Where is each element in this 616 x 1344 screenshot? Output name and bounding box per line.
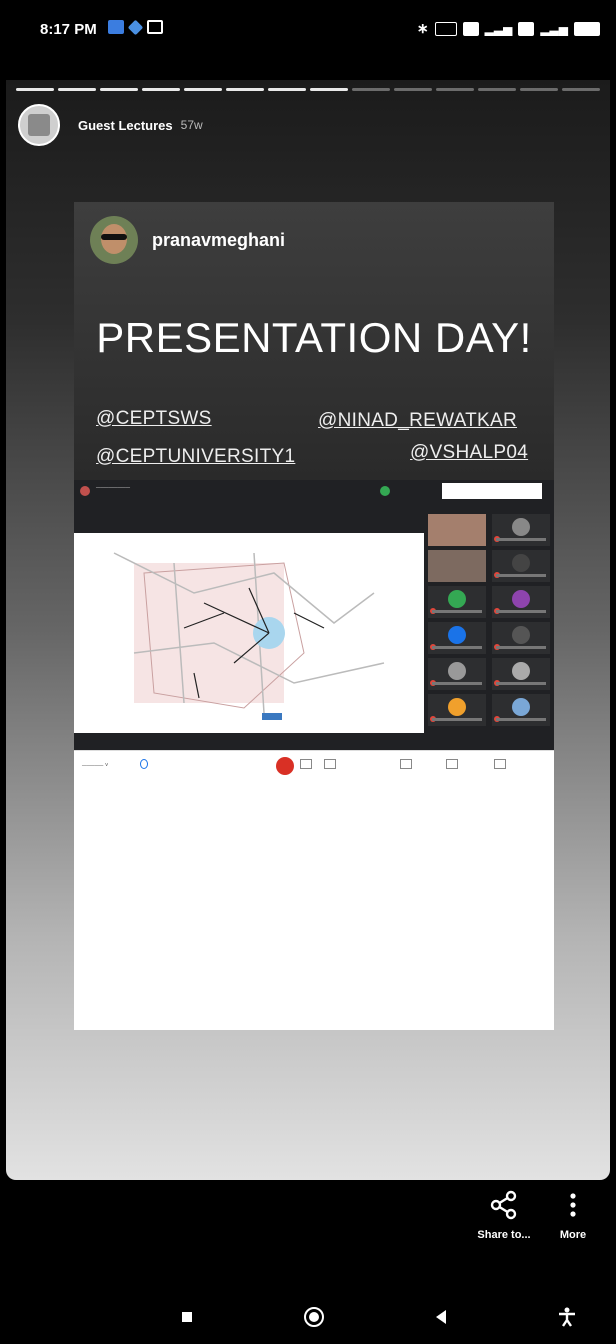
recents-icon[interactable] [176,1306,198,1328]
meeting-screenshot: ──────── ───── ˅ [74,480,554,781]
email-icon [108,20,124,34]
story-progress-segment [394,88,432,91]
navigation-bar [0,1296,616,1344]
status-time: 8:17 PM [40,21,97,38]
story-header[interactable]: Guest Lectures 57w [18,104,203,146]
story-progress-segment [100,88,138,91]
presentation-slide [74,533,424,733]
story-viewer[interactable]: Guest Lectures 57w pranavmeghani PRESENT… [6,80,610,1180]
story-progress-segment [184,88,222,91]
captions-icon [324,759,336,769]
volte-icon [462,21,479,36]
meeting-controls-box [442,483,542,499]
photo-icon [147,20,163,34]
battery-icon [574,21,600,36]
story-progress-segment [562,88,600,91]
green-status-dot [380,486,390,496]
post-author[interactable]: pranavmeghani [90,216,285,264]
meeting-details-blur: ───── ˅ [82,763,109,769]
story-progress-segment [58,88,96,91]
more-vertical-icon [570,1193,576,1217]
vpn-icon [434,21,457,36]
bluetooth-icon: ∗ [416,20,429,36]
story-progress-segment [268,88,306,91]
participant-tile [428,694,486,726]
end-call-icon [276,757,294,775]
story-progress-segment [310,88,348,91]
participant-video-tile [428,514,486,546]
activities-icon [494,759,506,769]
home-icon[interactable] [303,1306,325,1328]
share-icon [490,1190,517,1220]
signal-icon: ▂▃▅ [540,21,568,36]
participant-tile [492,694,550,726]
camera-icon [300,759,312,769]
presenter-dot [80,486,90,496]
notification-icons [108,19,163,35]
volte-icon [518,21,535,36]
more-label: More [559,1229,587,1241]
account-name[interactable]: Guest Lectures [78,118,173,133]
story-progress-segment [436,88,474,91]
participant-video-tile [428,550,486,582]
author-avatar[interactable] [90,216,138,264]
shared-post[interactable]: pranavmeghani PRESENTATION DAY! @CEPTSWS… [74,202,554,1030]
participant-tile [492,586,550,618]
raise-hand-icon [400,759,412,769]
mention-vshalp04[interactable]: @VSHALP04 [410,442,528,464]
story-progress-segment [352,88,390,91]
info-icon [140,759,148,769]
map-diagram [113,552,385,720]
accessibility-icon[interactable] [556,1306,578,1328]
story-progress-segment [478,88,516,91]
share-to-button[interactable]: Share to... [476,1190,532,1241]
story-progress-segment [226,88,264,91]
story-progress-segment [142,88,180,91]
participant-tile [492,550,550,582]
mention-ceptuniversity1[interactable]: @CEPTUNIVERSITY1 [96,446,295,468]
story-progress-bar [16,88,600,91]
back-icon[interactable] [430,1306,452,1328]
more-button[interactable]: More [548,1190,598,1241]
status-bar: 8:17 PM ∗ ▂▃▅ ▂▃▅ [0,0,616,58]
presenting-text-blur: ──────── [96,485,131,491]
story-progress-segment [16,88,54,91]
participant-tile [428,622,486,654]
participant-tile [428,658,486,690]
account-avatar[interactable] [18,104,60,146]
system-icons: ∗ ▂▃▅ ▂▃▅ [417,20,600,37]
mention-ninad-rewatkar[interactable]: @NINAD_REWATKAR [318,410,517,432]
post-header-area: pranavmeghani PRESENTATION DAY! @CEPTSWS… [74,202,554,480]
share-to-label: Share to... [477,1229,531,1241]
meeting-control-bar: ───── ˅ [74,750,554,781]
mention-ceptsws[interactable]: @CEPTSWS [96,408,212,430]
post-headline: PRESENTATION DAY! [96,314,532,361]
participant-tile [492,622,550,654]
story-progress-segment [520,88,558,91]
story-time-ago: 57w [180,118,203,132]
participant-tile [492,514,550,546]
meeting-topbar: ──────── [74,480,554,502]
author-name[interactable]: pranavmeghani [152,230,285,251]
participant-tile [428,586,486,618]
participant-tile [492,658,550,690]
present-icon [446,759,458,769]
diamond-icon [127,19,144,35]
signal-icon: ▂▃▅ [484,21,513,36]
